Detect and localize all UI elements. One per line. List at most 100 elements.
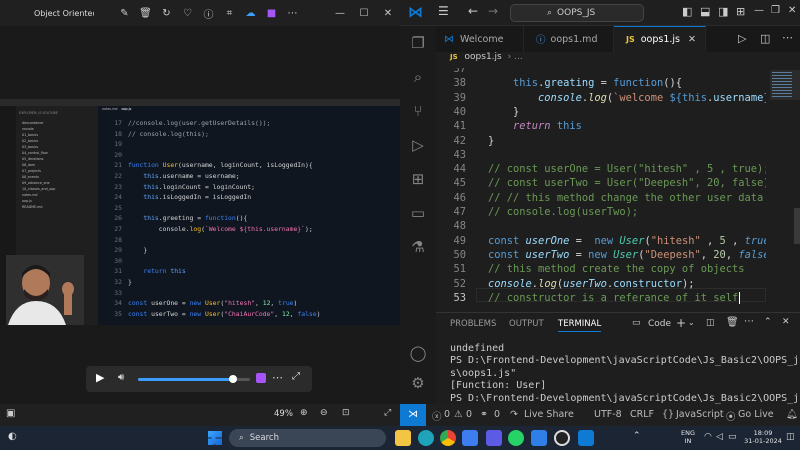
start-icon[interactable] <box>208 431 222 445</box>
close-icon[interactable]: ✕ <box>788 5 796 16</box>
seek-bar[interactable] <box>138 375 250 383</box>
tab-terminal[interactable]: TERMINAL <box>558 319 602 332</box>
live-share-icon[interactable]: ↷ <box>510 409 518 420</box>
explorer-icon[interactable]: ❐ <box>400 34 436 52</box>
remote-icon[interactable]: ▭ <box>400 204 436 222</box>
rotate-icon[interactable]: ↻ <box>156 8 177 19</box>
zoom-out-icon[interactable]: ⊖ <box>320 408 328 418</box>
breadcrumb-file[interactable]: oops1.js <box>465 52 502 62</box>
clipchamp-icon[interactable] <box>256 373 266 383</box>
edit-icon[interactable]: ✎ <box>114 8 135 19</box>
zoom-in-icon[interactable]: ⊕ <box>300 408 308 418</box>
close-tab-icon[interactable]: ✕ <box>688 34 696 45</box>
info-icon[interactable]: ⓘ <box>198 6 219 21</box>
ports-count[interactable]: 0 <box>494 409 500 420</box>
testing-icon[interactable]: ⚗ <box>400 238 436 256</box>
forward-icon[interactable]: → <box>488 4 498 18</box>
layout-sidebar-right-icon[interactable]: ◨ <box>718 5 728 18</box>
maximize-panel-icon[interactable]: ⌃ <box>764 317 772 327</box>
run-debug-icon[interactable]: ▷ <box>400 136 436 154</box>
edge-icon[interactable] <box>418 430 434 446</box>
wifi-icon[interactable]: ◠ <box>704 432 712 442</box>
go-live-icon[interactable]: ⦿ <box>726 409 736 423</box>
notifications-icon[interactable]: 🔔︎ <box>786 409 798 420</box>
warning-count[interactable]: 0 <box>466 409 472 420</box>
volume-icon[interactable]: ◁ <box>716 432 723 442</box>
app-icon[interactable] <box>486 430 502 446</box>
minimize-icon[interactable]: — <box>328 8 352 19</box>
run-icon[interactable]: ▷ <box>738 32 746 45</box>
tab-oops1-js[interactable]: JS oops1.js ✕ <box>614 26 706 52</box>
taskbar-search[interactable]: ⌕ Search <box>229 429 386 447</box>
language-braces[interactable]: {} <box>662 409 674 420</box>
source-control-icon[interactable]: ⑂ <box>400 102 436 120</box>
ports-icon[interactable]: ⚭ <box>480 409 488 420</box>
minimize-icon[interactable]: — <box>754 5 764 16</box>
tab-welcome[interactable]: ⋈ Welcome <box>436 26 524 52</box>
weather-icon[interactable]: ◐ <box>8 431 17 442</box>
error-count[interactable]: 0 <box>444 409 450 420</box>
clipchamp-icon[interactable]: ■ <box>261 8 282 19</box>
split-terminal-icon[interactable]: ◫ <box>706 318 715 328</box>
image-icon[interactable]: ▣ <box>6 408 15 419</box>
input-language[interactable]: ENG IN <box>680 429 696 445</box>
go-live-label[interactable]: Go Live <box>738 409 774 420</box>
close-panel-icon[interactable]: ✕ <box>782 317 790 327</box>
trash-icon[interactable]: 🗑 <box>135 8 156 19</box>
errors-icon[interactable]: ⓧ <box>432 409 442 423</box>
store-icon[interactable] <box>531 430 547 446</box>
split-editor-icon[interactable]: ◫ <box>760 32 770 45</box>
tab-output[interactable]: OUTPUT <box>509 319 544 329</box>
more-icon[interactable]: ⋯ <box>272 371 283 384</box>
minimap[interactable] <box>766 68 800 310</box>
scrollbar-thumb[interactable] <box>794 208 800 244</box>
search-icon[interactable]: ⌕ <box>400 68 436 86</box>
back-icon[interactable]: ← <box>468 4 478 18</box>
onedrive-icon[interactable]: ☁ <box>240 8 261 19</box>
battery-icon[interactable]: ▭ <box>728 432 737 442</box>
layout-sidebar-icon[interactable]: ◧ <box>682 5 692 18</box>
layout-grid-icon[interactable]: ⊞ <box>736 5 745 18</box>
tab-oops1-md[interactable]: ⓘ oops1.md <box>524 26 614 52</box>
extensions-icon[interactable]: ⊞ <box>400 170 436 188</box>
command-center-search[interactable]: ⌕ OOPS_JS <box>510 4 644 22</box>
terminal-shell-name[interactable]: Code <box>648 319 671 329</box>
play-icon[interactable]: ▶ <box>96 371 104 384</box>
seek-handle[interactable] <box>229 375 238 383</box>
vscode-taskbar-icon[interactable] <box>578 430 594 446</box>
expand-icon[interactable]: ⤢ <box>384 408 391 418</box>
kill-terminal-icon[interactable]: 🗑 <box>726 317 739 328</box>
crop-icon[interactable]: ⌗ <box>219 8 240 19</box>
volume-icon[interactable]: 🔊︎ <box>118 372 124 383</box>
remote-indicator[interactable]: ⋊ <box>400 404 426 426</box>
terminal-output[interactable]: undefined PS D:\Frontend-Development\java… <box>436 343 800 405</box>
maximize-icon[interactable]: ☐ <box>352 8 376 19</box>
more-icon[interactable]: ⋯ <box>282 8 303 19</box>
close-icon[interactable]: ✕ <box>376 8 400 19</box>
clock[interactable]: 18:09 31-01-2024 <box>744 429 782 445</box>
notification-icon[interactable]: ◫ <box>786 432 795 442</box>
fullscreen-icon[interactable]: ⤢ <box>292 371 300 382</box>
breadcrumb[interactable]: JS oops1.js › ... <box>436 52 800 68</box>
chevron-up-icon[interactable]: ⌃ <box>633 431 641 441</box>
obs-icon[interactable] <box>554 430 570 446</box>
layout-panel-icon[interactable]: ⬓ <box>700 5 710 18</box>
warning-icon[interactable]: ⚠ <box>454 409 463 420</box>
ellipsis[interactable]: ... <box>514 52 523 62</box>
file-explorer-icon[interactable] <box>395 430 411 446</box>
chrome-icon[interactable] <box>440 430 456 446</box>
language-mode[interactable]: JavaScript <box>676 409 724 420</box>
settings-gear-icon[interactable]: ⚙ <box>400 374 436 392</box>
restore-icon[interactable]: ❐ <box>771 5 780 16</box>
more-actions-icon[interactable]: ⋯ <box>782 31 793 44</box>
tab-problems[interactable]: PROBLEMS <box>450 319 496 329</box>
encoding[interactable]: UTF-8 <box>594 409 622 420</box>
whatsapp-icon[interactable] <box>508 430 524 446</box>
more-icon[interactable]: ⋯ <box>744 316 754 327</box>
line-ending[interactable]: CRLF <box>630 409 654 420</box>
fit-icon[interactable]: ⊡ <box>342 408 350 418</box>
chevron-down-icon[interactable]: ⌄ <box>688 318 695 327</box>
code-editor[interactable]: 37 38 this.greating = function(){39 conso… <box>436 68 766 310</box>
heart-icon[interactable]: ♡ <box>177 8 198 19</box>
add-terminal-icon[interactable]: + <box>676 316 686 330</box>
